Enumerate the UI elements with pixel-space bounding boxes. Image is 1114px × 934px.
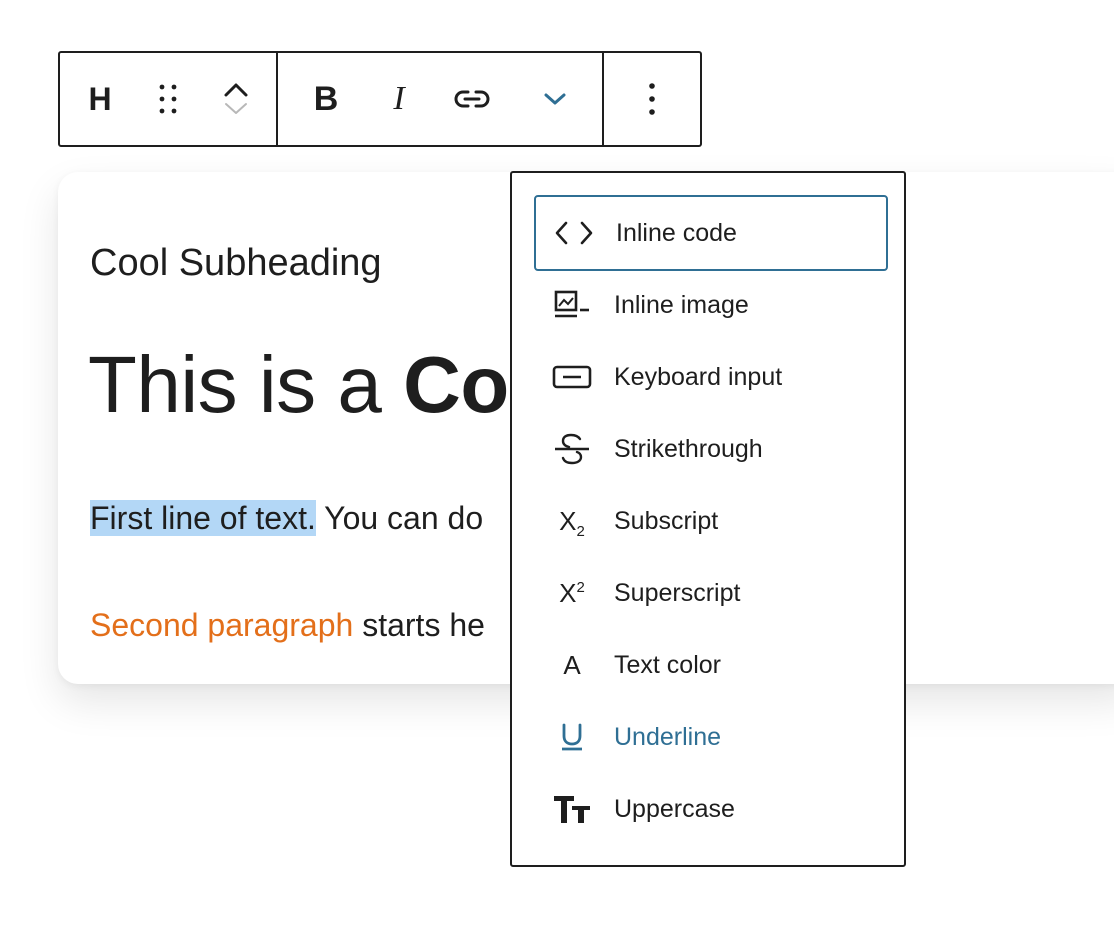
menu-item-keyboard-input[interactable]: Keyboard input [534, 339, 888, 415]
heading-bold-text: Co [403, 340, 509, 429]
menu-item-superscript[interactable]: X2 Superscript [534, 555, 888, 631]
superscript-icon: X2 [552, 573, 592, 613]
image-icon [552, 285, 592, 325]
menu-item-uppercase[interactable]: Uppercase [534, 771, 888, 847]
paragraph-1-text: You can do [315, 500, 484, 536]
subscript-x: X [559, 506, 577, 536]
selected-text: First line of text. [90, 500, 316, 536]
format-controls-group: B I [276, 53, 602, 145]
more-formatting-button[interactable] [520, 53, 590, 145]
paragraph-block-2[interactable]: Second paragraph starts he [90, 605, 485, 645]
block-mover [196, 53, 276, 145]
heading-plain-text: This is a [88, 340, 404, 429]
move-down-icon[interactable] [222, 100, 250, 118]
text-color-icon: A [552, 645, 592, 685]
menu-item-label: Text color [614, 651, 721, 679]
menu-item-subscript[interactable]: X2 Subscript [534, 483, 888, 559]
block-controls-group: H [60, 53, 276, 145]
link-icon [454, 90, 490, 108]
menu-item-inline-code[interactable]: Inline code [534, 195, 888, 271]
block-toolbar: H B I [58, 51, 702, 147]
colored-text: Second paragraph [90, 607, 354, 643]
heading-block[interactable]: This is a Co [88, 340, 509, 430]
bold-button[interactable]: B [278, 53, 374, 145]
paragraph-2-text: starts he [353, 607, 485, 643]
menu-item-inline-image[interactable]: Inline image [534, 267, 888, 343]
menu-item-label: Superscript [614, 579, 741, 607]
code-icon [554, 213, 594, 253]
menu-item-label: Keyboard input [614, 363, 783, 391]
subheading-block[interactable]: Cool Subheading [90, 242, 382, 285]
underline-icon [552, 717, 592, 757]
menu-item-underline[interactable]: Underline [534, 699, 888, 775]
strikethrough-icon [552, 429, 592, 469]
subscript-digit: 2 [576, 523, 585, 540]
more-vertical-icon [649, 83, 655, 115]
menu-item-strikethrough[interactable]: Strikethrough [534, 411, 888, 487]
paragraph-block-1[interactable]: First line of text. You can do [90, 498, 483, 538]
superscript-digit: 2 [576, 579, 585, 596]
text-color-glyph: A [563, 649, 581, 680]
options-group [602, 53, 700, 145]
subscript-icon: X2 [552, 501, 592, 541]
move-up-icon[interactable] [222, 80, 250, 100]
format-dropdown-menu: Inline code Inline image Keyboard input [510, 171, 906, 867]
menu-item-label: Inline image [614, 291, 749, 319]
menu-item-label: Inline code [616, 219, 737, 247]
italic-button[interactable]: I [374, 53, 424, 145]
menu-item-label: Strikethrough [614, 435, 763, 463]
heading-block-type-button[interactable]: H [60, 53, 140, 145]
uppercase-icon [552, 789, 592, 829]
keyboard-icon [552, 357, 592, 397]
drag-handle-icon[interactable] [140, 53, 196, 145]
menu-item-text-color[interactable]: A Text color [534, 627, 888, 703]
menu-item-label: Underline [614, 723, 722, 751]
drag-handle-glyph [159, 84, 177, 114]
menu-item-label: Subscript [614, 507, 719, 535]
block-options-button[interactable] [647, 53, 657, 145]
chevron-down-icon [544, 93, 566, 105]
superscript-x: X [559, 578, 577, 608]
link-button[interactable] [424, 53, 520, 145]
menu-item-label: Uppercase [614, 795, 735, 823]
